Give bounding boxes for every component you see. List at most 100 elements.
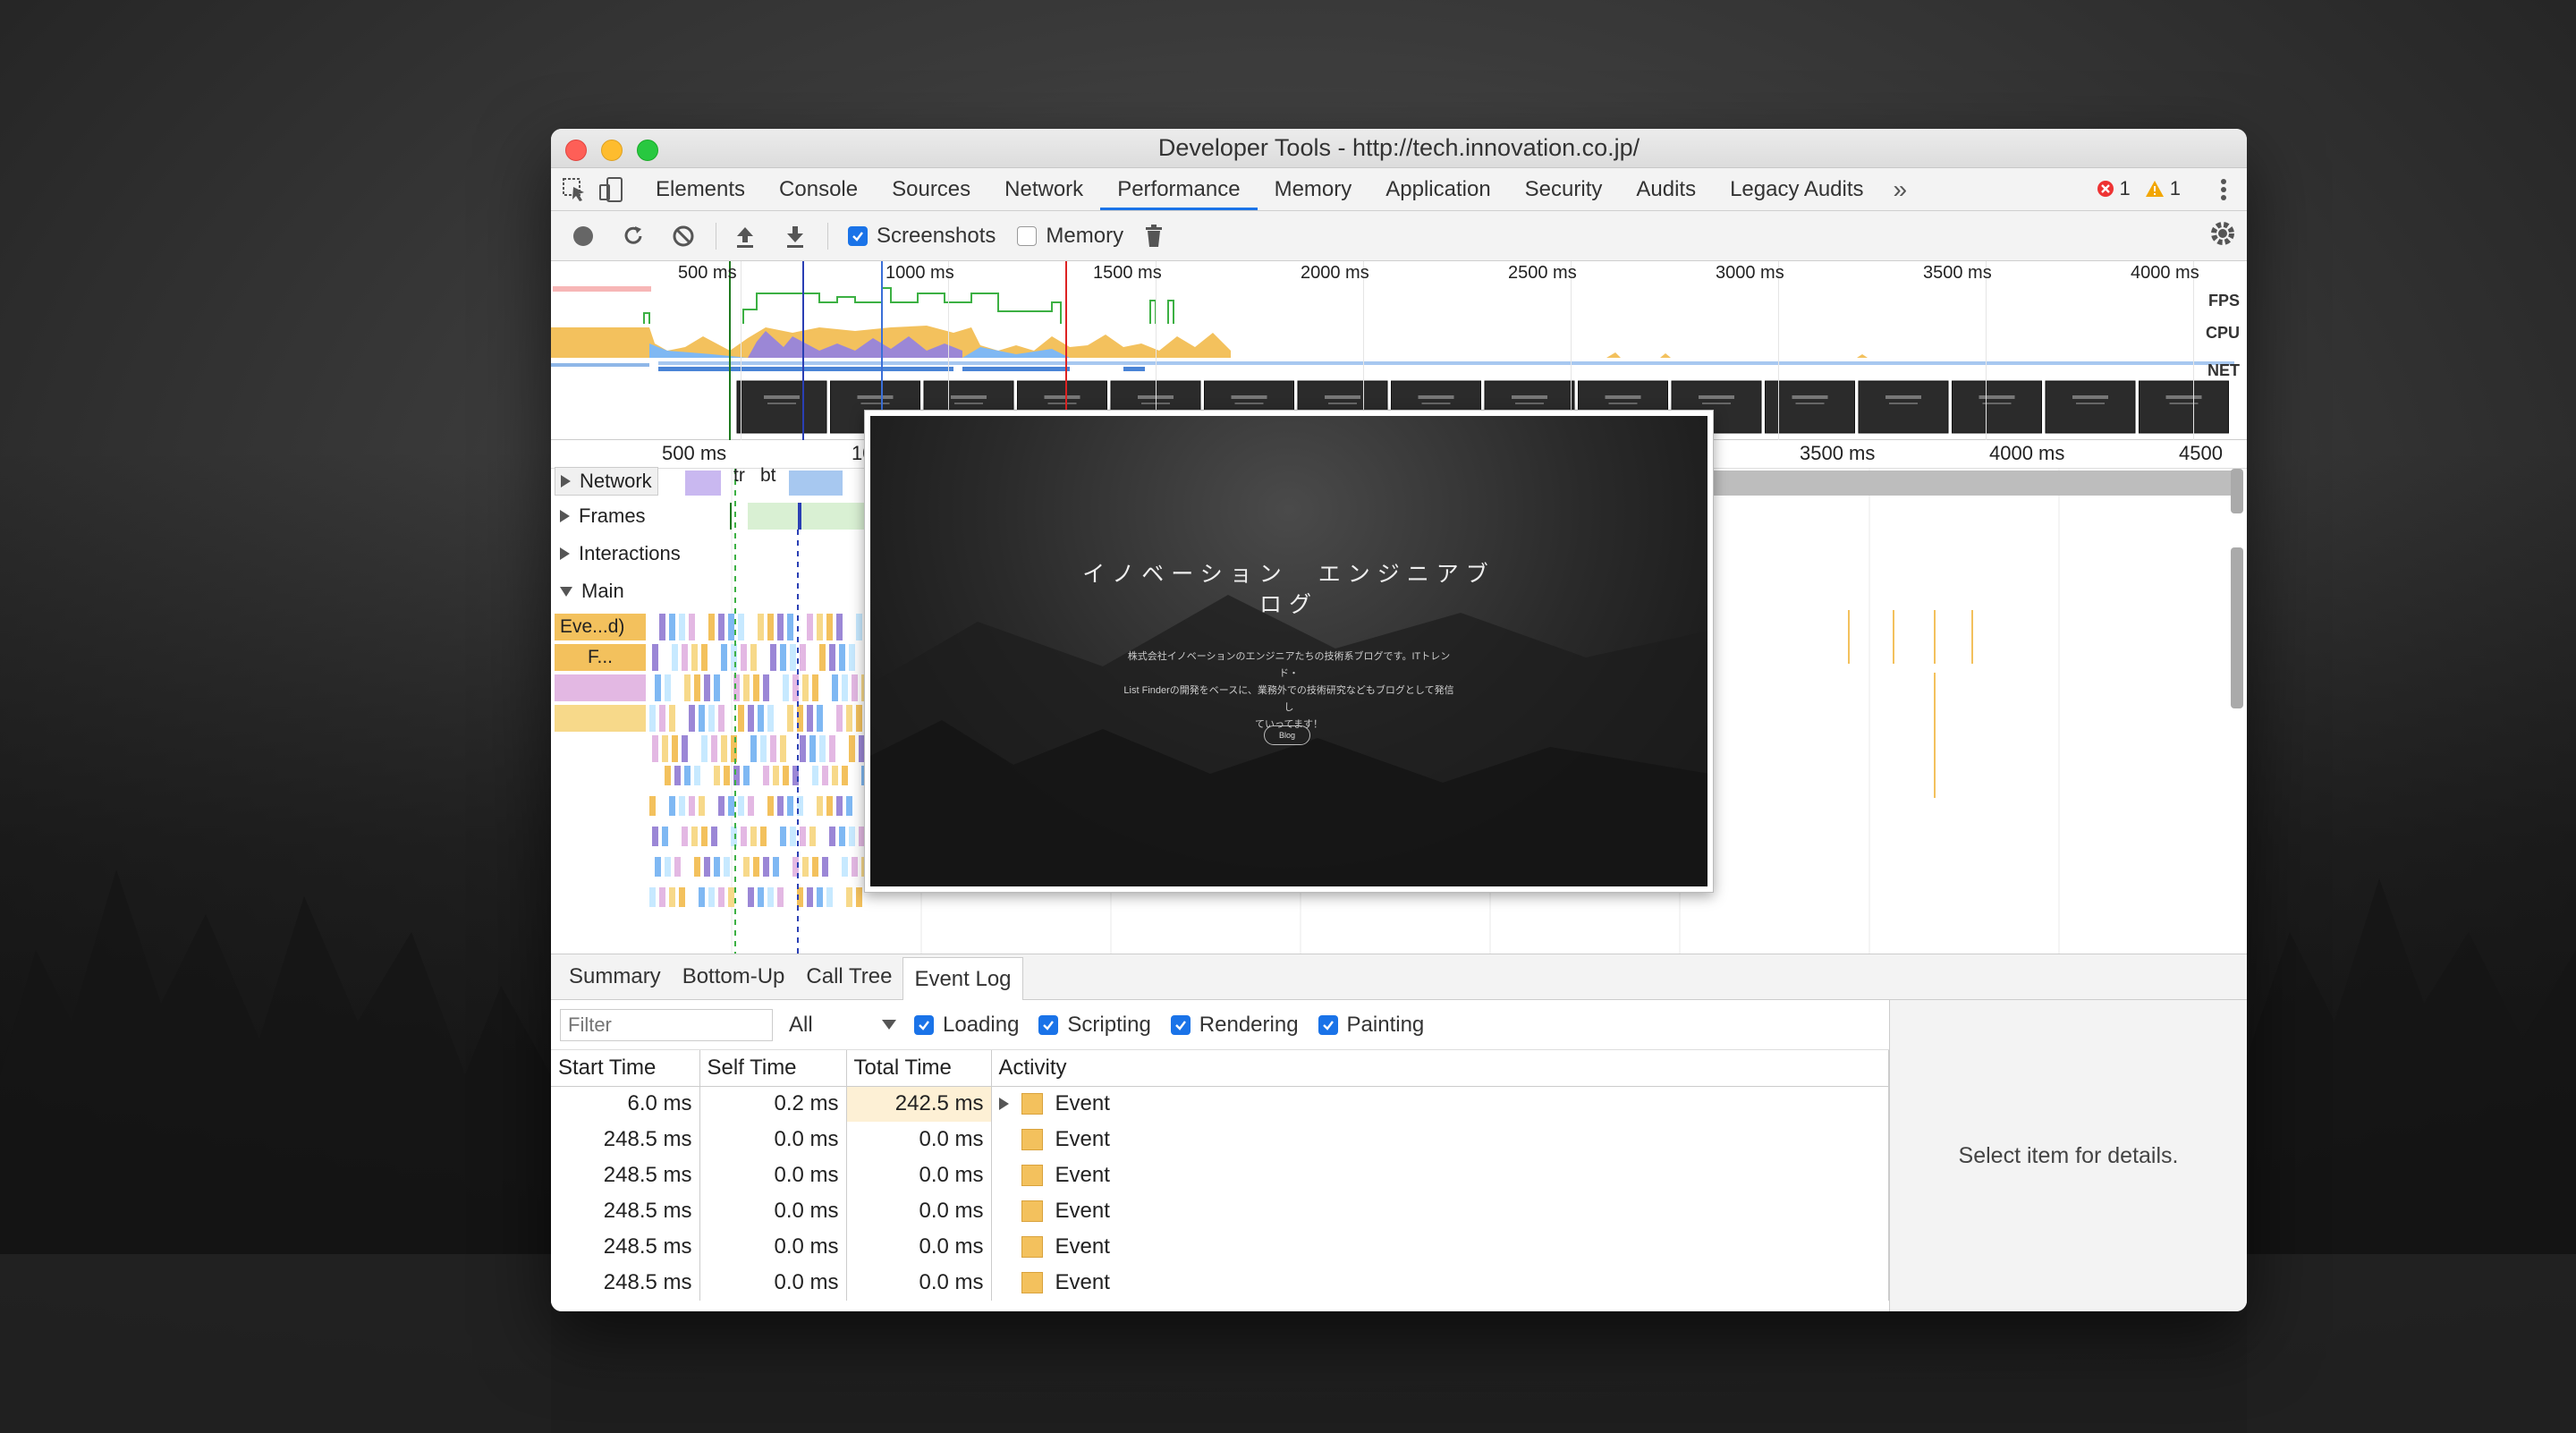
flame-slice[interactable]: [826, 614, 833, 640]
collect-garbage-icon[interactable]: [1136, 218, 1172, 254]
flame-slice[interactable]: [649, 796, 656, 816]
flame-slice[interactable]: [783, 674, 789, 701]
tab-bottom-up[interactable]: Bottom-Up: [672, 954, 796, 999]
flame-slice[interactable]: [711, 827, 717, 846]
flame-slice[interactable]: [721, 644, 727, 671]
flame-slice[interactable]: [839, 644, 845, 671]
flame-slice[interactable]: [684, 674, 691, 701]
flame-slice[interactable]: [777, 796, 784, 816]
flame-slice[interactable]: [1893, 610, 1894, 664]
flame-slice[interactable]: [812, 674, 818, 701]
network-request-bar[interactable]: bt: [760, 465, 776, 487]
flame-slice[interactable]: [812, 766, 818, 785]
flame-slice[interactable]: [836, 614, 843, 640]
flame-slice[interactable]: [684, 766, 691, 785]
flame-slice[interactable]: [1934, 673, 1936, 798]
flame-slice[interactable]: [829, 644, 835, 671]
flame-slice[interactable]: [836, 705, 843, 732]
tab-performance[interactable]: Performance: [1100, 168, 1258, 210]
flame-slice[interactable]: [819, 644, 826, 671]
flame-slice[interactable]: [555, 705, 646, 732]
flame-slice[interactable]: [836, 796, 843, 816]
flame-slice[interactable]: [750, 827, 757, 846]
flame-slice[interactable]: [662, 827, 668, 846]
event-block[interactable]: Eve...d): [555, 614, 646, 640]
flame-slice[interactable]: [856, 614, 862, 640]
flame-slice[interactable]: [691, 827, 698, 846]
issues-counter[interactable]: 1 1: [2097, 177, 2181, 200]
expand-arrow-icon[interactable]: [998, 1098, 1009, 1111]
flame-slice[interactable]: [652, 735, 658, 762]
scrollbar-thumb[interactable]: [2231, 547, 2243, 708]
flame-slice[interactable]: [674, 766, 681, 785]
tab-console[interactable]: Console: [762, 168, 875, 210]
flame-slice[interactable]: [699, 705, 705, 732]
flame-slice[interactable]: [701, 735, 708, 762]
flame-slice[interactable]: [728, 796, 734, 816]
flame-slice[interactable]: [649, 705, 656, 732]
flame-slice[interactable]: [659, 887, 665, 907]
flame-slice[interactable]: [694, 674, 700, 701]
flame-slice[interactable]: [704, 857, 710, 877]
flame-slice[interactable]: [743, 674, 750, 701]
flame-slice[interactable]: [694, 766, 700, 785]
more-tabs-button[interactable]: »: [1894, 175, 1908, 204]
flame-slice[interactable]: [689, 796, 695, 816]
frames-track-header[interactable]: Frames: [560, 505, 646, 528]
flame-slice[interactable]: [783, 766, 789, 785]
flame-slice[interactable]: [691, 644, 698, 671]
flame-slice[interactable]: [780, 827, 786, 846]
flame-slice[interactable]: [852, 674, 858, 701]
flame-slice[interactable]: [652, 644, 658, 671]
function-call-block[interactable]: F...: [555, 644, 646, 671]
flame-slice[interactable]: [672, 735, 678, 762]
minimize-window-button[interactable]: [601, 140, 623, 161]
flame-slice[interactable]: [767, 796, 774, 816]
flame-slice[interactable]: [672, 644, 678, 671]
device-toolbar-icon[interactable]: [597, 175, 626, 204]
flame-slice[interactable]: [704, 674, 710, 701]
column-header-activity[interactable]: Activity: [991, 1050, 1889, 1087]
flame-slice[interactable]: [760, 827, 767, 846]
flame-slice[interactable]: [1971, 610, 1973, 664]
flame-slice[interactable]: [822, 857, 828, 877]
flame-slice[interactable]: [701, 827, 708, 846]
category-checkbox-rendering[interactable]: Rendering: [1170, 1013, 1299, 1038]
flame-slice[interactable]: [802, 857, 809, 877]
table-row[interactable]: 248.5 ms 0.0 ms 0.0 ms Event: [551, 1157, 1889, 1193]
tab-application[interactable]: Application: [1368, 168, 1507, 210]
main-track-header[interactable]: Main: [560, 580, 624, 603]
flame-slice[interactable]: [679, 614, 685, 640]
flame-slice[interactable]: [699, 796, 705, 816]
flame-slice[interactable]: [780, 644, 786, 671]
scrollbar-thumb[interactable]: [2231, 469, 2243, 513]
flame-slice[interactable]: [748, 705, 754, 732]
flame-slice[interactable]: [807, 887, 813, 907]
network-request-bar[interactable]: [685, 471, 721, 496]
flame-slice[interactable]: [809, 735, 816, 762]
flame-slice[interactable]: [777, 614, 784, 640]
flame-slice[interactable]: [787, 796, 793, 816]
flame-slice[interactable]: [1934, 610, 1936, 664]
tab-call-tree[interactable]: Call Tree: [795, 954, 902, 999]
flame-slice[interactable]: [770, 644, 776, 671]
network-request-bar[interactable]: [789, 471, 843, 496]
flame-slice[interactable]: [817, 614, 823, 640]
screenshots-checkbox[interactable]: Screenshots: [848, 224, 996, 249]
column-header-self-time[interactable]: Self Time: [699, 1050, 847, 1087]
tab-legacy-audits[interactable]: Legacy Audits: [1713, 168, 1880, 210]
flame-slice[interactable]: [826, 796, 833, 816]
flame-chart[interactable]: 500 ms1000 ms1500 ms2000 ms2500 ms3000 m…: [551, 410, 2247, 957]
flame-slice[interactable]: [800, 644, 806, 671]
flame-slice[interactable]: [846, 887, 852, 907]
flame-slice[interactable]: [767, 887, 774, 907]
flame-slice[interactable]: [699, 887, 705, 907]
network-request-bar[interactable]: tr: [733, 465, 745, 487]
flame-slice[interactable]: [787, 705, 793, 732]
flame-slice[interactable]: [773, 857, 779, 877]
flame-slice[interactable]: [682, 644, 688, 671]
flame-slice[interactable]: [819, 735, 826, 762]
tab-event-log[interactable]: Event Log: [902, 957, 1023, 1000]
save-profile-icon[interactable]: [777, 218, 813, 254]
filter-input[interactable]: [560, 1008, 773, 1041]
